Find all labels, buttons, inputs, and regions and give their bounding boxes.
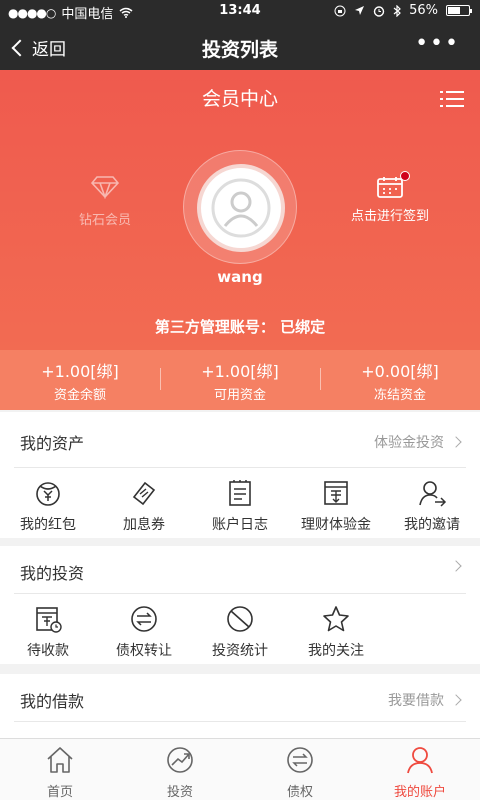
- loans-title: 我的借款: [20, 692, 85, 711]
- pending-receipt-button[interactable]: 待收款: [0, 594, 96, 662]
- item-label: 投资统计: [212, 643, 268, 659]
- tab-my-account[interactable]: 我的账户: [360, 739, 480, 800]
- investments-header[interactable]: 我的投资: [14, 546, 466, 594]
- tab-invest[interactable]: 投资: [120, 739, 240, 800]
- balance-value: +0.00[绑]: [361, 362, 439, 381]
- assets-grid: 我的红包 加息券 账户日志 理财体验金 我的邀请: [0, 468, 480, 536]
- balance-label: 可用资金: [213, 388, 266, 403]
- list-menu-icon[interactable]: [440, 90, 464, 108]
- receivable-icon: [36, 607, 62, 633]
- tab-bar: 首页 投资 债权 我的账户: [0, 738, 480, 800]
- battery-icon: [446, 5, 472, 16]
- account-log-button[interactable]: 账户日志: [192, 468, 288, 536]
- page-title: 投资列表: [201, 39, 278, 61]
- trial-fund-invest-link[interactable]: 体验金投资: [374, 432, 462, 452]
- status-bar: ●●●●○ 中国电信 13:44 56%: [0, 0, 480, 24]
- log-icon: [229, 480, 251, 506]
- borrow-link[interactable]: 我要借款: [388, 690, 462, 710]
- third-party-account-status: 第三方管理账号： 已绑定: [154, 318, 326, 336]
- item-label: 我的关注: [308, 643, 364, 659]
- debt-icon: [287, 747, 313, 773]
- nav-bar: 返回 投资列表 •••: [0, 24, 480, 70]
- debt-transfer-button[interactable]: 债权转让: [96, 594, 192, 662]
- investments-title: 我的投资: [20, 564, 85, 583]
- investments-section: 我的投资 待收款 债权转让 投资统计 我的关注: [0, 546, 480, 664]
- star-icon: [323, 606, 349, 632]
- trial-fund-icon: [324, 481, 348, 505]
- item-label: 账户日志: [212, 517, 268, 533]
- balance-bar: +1.00[绑] 资金余额 +1.00[绑] 可用资金 +0.00[绑] 冻结资…: [0, 350, 480, 410]
- item-label: 我的红包: [20, 517, 76, 533]
- notification-dot: [400, 171, 410, 181]
- tab-label: 首页: [46, 785, 73, 800]
- member-center-title: 会员中心: [201, 88, 278, 110]
- assets-section: 我的资产 体验金投资 我的红包 加息券 账户日志 理财体验金 我的邀请: [0, 412, 480, 538]
- sign-in-label: 点击进行签到: [350, 209, 429, 224]
- avatar[interactable]: [197, 164, 285, 252]
- coupon-icon: [132, 481, 156, 506]
- balance-label: 冻结资金: [373, 388, 426, 403]
- member-level[interactable]: 钻石会员: [70, 175, 140, 228]
- user-placeholder-icon: [211, 178, 271, 238]
- balance-available[interactable]: +1.00[绑] 可用资金: [160, 350, 320, 410]
- username: wang: [217, 268, 263, 286]
- balance-label: 资金余额: [53, 388, 106, 403]
- trial-fund-invest-label: 体验金投资: [374, 435, 444, 451]
- investments-link[interactable]: [444, 560, 462, 572]
- avatar-ring: [183, 150, 297, 264]
- chevron-right-icon: [450, 694, 462, 706]
- tab-label: 投资: [166, 785, 193, 800]
- balance-frozen[interactable]: +0.00[绑] 冻结资金: [320, 350, 480, 410]
- member-center-header: 会员中心 钻石会员 点击进行签到 wang 第三方管理账号： 已绑定: [0, 70, 480, 350]
- chevron-right-icon: [450, 436, 462, 448]
- transfer-icon: [131, 606, 157, 632]
- chevron-right-icon: [450, 560, 462, 572]
- loans-section: 我的借款 我要借款: [0, 674, 480, 738]
- tab-home[interactable]: 首页: [0, 739, 120, 800]
- balance-total[interactable]: +1.00[绑] 资金余额: [0, 350, 160, 410]
- borrow-label: 我要借款: [388, 693, 444, 709]
- alarm-icon: [373, 5, 385, 17]
- item-label: 待收款: [27, 643, 69, 659]
- sign-in-button[interactable]: 点击进行签到: [340, 171, 440, 224]
- lock-rotation-icon: [334, 5, 346, 16]
- item-label: 我的邀请: [404, 517, 460, 533]
- bluetooth-icon: [393, 4, 401, 17]
- item-label: 理财体验金: [301, 517, 371, 533]
- balance-value: +1.00[绑]: [201, 362, 279, 381]
- account-icon: [407, 747, 433, 774]
- member-level-label: 钻石会员: [78, 213, 131, 228]
- my-favorites-button[interactable]: 我的关注: [288, 594, 384, 662]
- red-packet-icon: [36, 482, 60, 506]
- investments-grid: 待收款 债权转让 投资统计 我的关注: [0, 594, 480, 662]
- assets-header[interactable]: 我的资产 体验金投资: [14, 412, 466, 468]
- invest-icon: [167, 747, 193, 773]
- home-icon: [47, 747, 73, 773]
- trial-fund-button[interactable]: 理财体验金: [288, 468, 384, 536]
- diamond-icon: [90, 176, 120, 200]
- my-invitation-button[interactable]: 我的邀请: [384, 468, 480, 536]
- assets-title: 我的资产: [20, 434, 85, 453]
- item-label: 加息券: [123, 517, 165, 533]
- tab-label: 债权: [286, 785, 313, 800]
- invite-icon: [419, 481, 447, 507]
- loans-header[interactable]: 我的借款 我要借款: [14, 674, 466, 722]
- balance-value: +1.00[绑]: [41, 362, 119, 381]
- investment-statistics-button[interactable]: 投资统计: [192, 594, 288, 662]
- tab-debt[interactable]: 债权: [240, 739, 360, 800]
- my-red-packet-button[interactable]: 我的红包: [0, 468, 96, 536]
- item-label: 债权转让: [116, 643, 172, 659]
- tab-label: 我的账户: [393, 785, 446, 800]
- statistics-icon: [227, 606, 253, 632]
- battery-percent: 56%: [409, 3, 438, 18]
- more-icon[interactable]: •••: [415, 31, 460, 56]
- location-icon: [355, 6, 365, 15]
- interest-coupon-button[interactable]: 加息券: [96, 468, 192, 536]
